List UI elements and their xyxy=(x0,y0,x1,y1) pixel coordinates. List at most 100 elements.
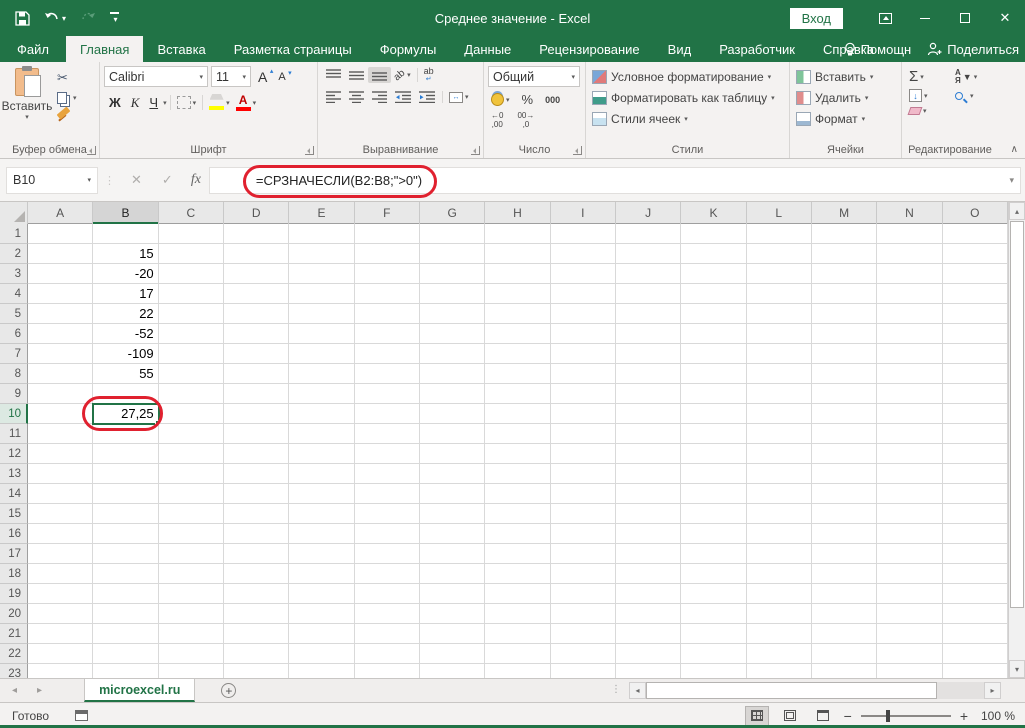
cell-F8[interactable] xyxy=(354,364,420,384)
cell-C18[interactable] xyxy=(158,564,224,584)
cell-O15[interactable] xyxy=(942,504,1008,524)
tab-Рецензирование[interactable]: Рецензирование xyxy=(525,36,653,62)
column-header-K[interactable]: K xyxy=(681,202,747,224)
cell-D18[interactable] xyxy=(223,564,290,584)
cell-C16[interactable] xyxy=(158,524,224,544)
horizontal-scrollbar[interactable]: ◂ ▸ xyxy=(629,682,1001,699)
row-header-7[interactable]: 7 xyxy=(0,344,28,364)
align-bottom-button[interactable] xyxy=(368,67,391,83)
vertical-scroll-track[interactable] xyxy=(1009,220,1025,660)
cell-I21[interactable] xyxy=(550,624,616,644)
cell-C15[interactable] xyxy=(158,504,224,524)
row-header-14[interactable]: 14 xyxy=(0,484,28,504)
cut-button[interactable]: ✂ xyxy=(54,69,95,87)
cell-N8[interactable] xyxy=(877,364,943,384)
cell-M14[interactable] xyxy=(811,484,878,504)
cell-G8[interactable] xyxy=(419,364,486,384)
cell-L10[interactable] xyxy=(746,404,812,424)
column-header-E[interactable]: E xyxy=(289,202,355,224)
cell-I14[interactable] xyxy=(550,484,616,504)
cell-B2[interactable]: 15 xyxy=(93,244,159,264)
cell-B1[interactable] xyxy=(93,224,159,244)
cell-B14[interactable] xyxy=(93,484,159,504)
cell-M16[interactable] xyxy=(811,524,878,544)
cell-H12[interactable] xyxy=(485,444,551,464)
cell-M18[interactable] xyxy=(811,564,878,584)
cell-M11[interactable] xyxy=(811,424,878,444)
cell-G9[interactable] xyxy=(419,384,486,404)
format-painter-button[interactable] xyxy=(54,106,95,120)
cell-M15[interactable] xyxy=(811,504,878,524)
cell-G6[interactable] xyxy=(419,324,486,344)
cell-H14[interactable] xyxy=(485,484,551,504)
cell-A4[interactable] xyxy=(28,284,94,304)
cell-I22[interactable] xyxy=(550,644,616,664)
cell-B10[interactable]: 27,25 xyxy=(92,403,160,425)
cell-G23[interactable] xyxy=(420,664,486,678)
column-header-I[interactable]: I xyxy=(551,202,616,224)
cell-F1[interactable] xyxy=(354,224,420,244)
cell-L5[interactable] xyxy=(746,304,812,324)
cell-E6[interactable] xyxy=(289,324,355,344)
cell-G10[interactable] xyxy=(419,404,486,424)
cell-B5[interactable]: 22 xyxy=(93,304,159,324)
cell-G1[interactable] xyxy=(419,224,486,244)
cell-B12[interactable] xyxy=(93,444,159,464)
cell-A21[interactable] xyxy=(28,624,94,644)
expand-formula-bar-icon[interactable]: ▾ xyxy=(1009,175,1014,186)
cell-E11[interactable] xyxy=(289,424,355,444)
cell-J19[interactable] xyxy=(615,584,682,604)
cell-M13[interactable] xyxy=(811,464,878,484)
font-dialog-launcher[interactable] xyxy=(305,146,314,155)
cell-E14[interactable] xyxy=(289,484,355,504)
cell-L6[interactable] xyxy=(746,324,812,344)
row-header-16[interactable]: 16 xyxy=(0,524,28,544)
fill-color-button[interactable]: ▾ xyxy=(206,93,233,111)
cell-L9[interactable] xyxy=(746,384,812,404)
cell-A22[interactable] xyxy=(28,644,94,664)
cell-J15[interactable] xyxy=(615,504,682,524)
insert-function-icon[interactable]: fx xyxy=(183,172,209,188)
underline-button[interactable]: Ч xyxy=(144,94,163,111)
cell-N17[interactable] xyxy=(877,544,943,564)
customize-quick-access-icon[interactable]: ▾ xyxy=(105,9,124,27)
cell-F12[interactable] xyxy=(354,444,420,464)
cell-D1[interactable] xyxy=(223,224,290,244)
cell-L14[interactable] xyxy=(746,484,812,504)
cell-J12[interactable] xyxy=(615,444,682,464)
cell-M7[interactable] xyxy=(811,344,878,364)
cell-D19[interactable] xyxy=(223,584,290,604)
cell-A14[interactable] xyxy=(28,484,94,504)
alignment-dialog-launcher[interactable] xyxy=(471,146,480,155)
cell-F10[interactable] xyxy=(354,404,420,424)
cell-C17[interactable] xyxy=(158,544,224,564)
cell-A8[interactable] xyxy=(28,364,94,384)
cell-O4[interactable] xyxy=(942,284,1008,304)
cell-D6[interactable] xyxy=(223,324,290,344)
cell-L1[interactable] xyxy=(746,224,812,244)
horizontal-scroll-thumb[interactable] xyxy=(646,682,937,699)
cell-F5[interactable] xyxy=(354,304,420,324)
accounting-format-button[interactable]: ▾ xyxy=(488,92,513,107)
cell-F22[interactable] xyxy=(354,644,420,664)
cell-K19[interactable] xyxy=(681,584,747,604)
cell-B13[interactable] xyxy=(93,464,159,484)
column-header-L[interactable]: L xyxy=(747,202,812,224)
cell-K20[interactable] xyxy=(681,604,747,624)
cell-J7[interactable] xyxy=(615,344,682,364)
cell-M1[interactable] xyxy=(811,224,878,244)
column-header-N[interactable]: N xyxy=(877,202,943,224)
cancel-icon[interactable]: ✕ xyxy=(121,172,152,188)
normal-view-button[interactable] xyxy=(744,705,769,726)
find-select-button[interactable]: ▾ xyxy=(952,88,996,103)
cell-K22[interactable] xyxy=(681,644,747,664)
cell-C6[interactable] xyxy=(158,324,224,344)
cell-E22[interactable] xyxy=(289,644,355,664)
align-right-button[interactable] xyxy=(368,89,391,105)
cell-C21[interactable] xyxy=(158,624,224,644)
cell-C8[interactable] xyxy=(158,364,224,384)
cell-L16[interactable] xyxy=(746,524,812,544)
cell-H3[interactable] xyxy=(485,264,551,284)
clipboard-dialog-launcher[interactable] xyxy=(87,146,96,155)
cell-I5[interactable] xyxy=(550,304,616,324)
